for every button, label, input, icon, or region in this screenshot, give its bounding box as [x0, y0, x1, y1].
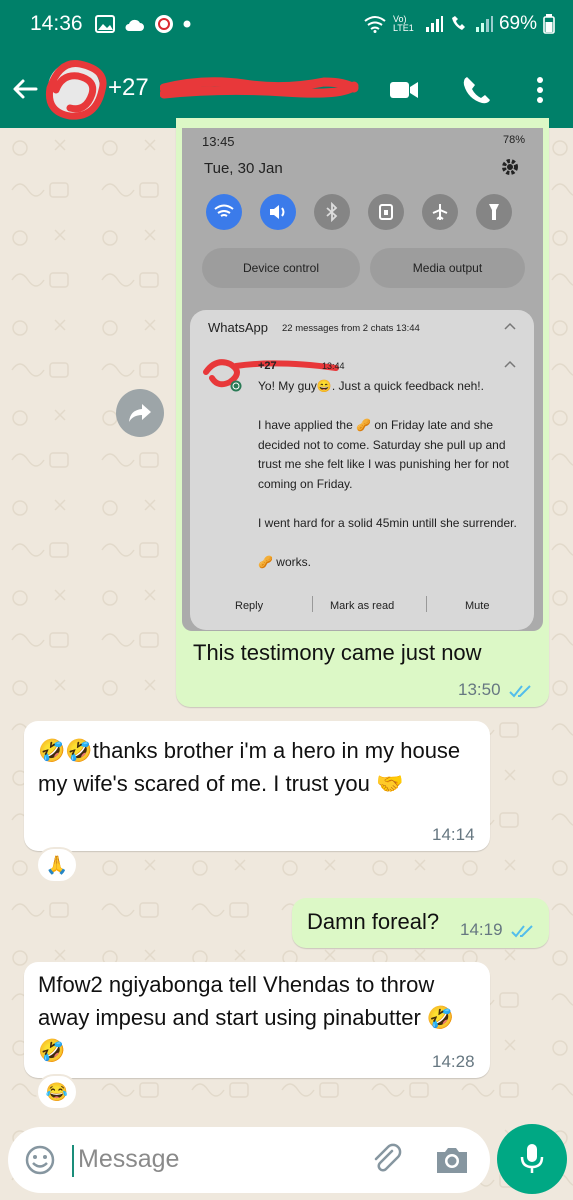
collapse-chevron-icon: [504, 322, 516, 330]
bluetooth-toggle-icon: [314, 194, 350, 230]
notification-action-mark-read: Mark as read: [330, 600, 395, 612]
message-time: 14:19: [460, 920, 503, 939]
notification-card: WhatsApp 22 messages from 2 chats 13:44 …: [190, 310, 534, 630]
collapse-chevron-icon: [504, 360, 516, 368]
status-time: 14:36: [30, 12, 83, 35]
contact-name[interactable]: +27: [108, 74, 149, 102]
whatsapp-icon: [230, 380, 242, 392]
mic-icon: [520, 1144, 544, 1173]
camera-icon[interactable]: [434, 1143, 470, 1177]
reaction-badge[interactable]: 😂: [36, 1074, 78, 1110]
screenshot-time: 13:45: [202, 134, 235, 149]
attach-icon[interactable]: [370, 1143, 404, 1177]
message-time: 14:28: [432, 1052, 475, 1071]
notification-time: 13:44: [322, 361, 345, 371]
forward-icon[interactable]: [116, 389, 164, 437]
divider: [426, 596, 427, 612]
redaction-scribble: [45, 60, 107, 120]
flashlight-toggle-icon: [476, 194, 512, 230]
message-text: Damn foreal?: [307, 909, 440, 934]
back-arrow-icon[interactable]: [10, 74, 40, 104]
menu-dots-icon[interactable]: [524, 74, 556, 106]
message-text: 🤣🤣thanks brother i'm a hero in my house …: [38, 738, 461, 796]
sound-toggle-icon: [260, 194, 296, 230]
device-control-button: Device control: [202, 248, 360, 288]
notification-sender: +27: [258, 360, 277, 372]
divider: [312, 596, 313, 612]
timer-app-icon: [154, 15, 173, 33]
read-ticks-icon: [511, 924, 533, 938]
emoji-icon[interactable]: [24, 1144, 56, 1176]
message-meta: 13:50: [458, 680, 533, 700]
message-input[interactable]: Message: [78, 1145, 179, 1174]
notification-body: Yo! My guy😄. Just a quick feedback neh!.…: [258, 379, 517, 569]
notification-dot-icon: [183, 20, 191, 28]
wifi-icon: [364, 16, 386, 33]
text-caret: [72, 1145, 74, 1177]
notification-actions: Reply Mark as read Mute: [190, 594, 534, 622]
reaction-badge[interactable]: 🙏: [36, 847, 78, 883]
message-caption: This testimony came just now: [193, 640, 482, 665]
message-image[interactable]: 13:45 78% Tue, 30 Jan Device control Med…: [182, 128, 543, 631]
wifi-toggle-icon: [206, 194, 242, 230]
read-ticks-icon: [509, 684, 531, 698]
screenshot-date: Tue, 30 Jan: [204, 160, 283, 177]
signal-icon: [425, 16, 443, 32]
message-time: 14:14: [432, 825, 475, 844]
network-label: Vo) LTE1: [392, 14, 414, 33]
airplane-toggle-icon: [422, 194, 458, 230]
redaction-scribble: [160, 77, 359, 99]
status-bar: 14:36 Vo) LTE1 69%: [0, 0, 573, 48]
signal-icon-2: [475, 16, 493, 32]
gear-icon: [502, 159, 518, 175]
media-output-button: Media output: [370, 248, 525, 288]
video-call-icon[interactable]: [388, 74, 420, 106]
notification-action-reply: Reply: [235, 600, 264, 612]
notification-app: WhatsApp: [208, 320, 268, 335]
rotation-lock-toggle-icon: [368, 194, 404, 230]
message-composer: Message: [8, 1127, 490, 1193]
battery-icon: [543, 14, 555, 34]
phone-icon[interactable]: [460, 74, 492, 106]
gallery-icon: [94, 15, 115, 33]
cloud-icon: [125, 19, 144, 31]
battery-percent: 69%: [498, 13, 537, 34]
notification-meta: 22 messages from 2 chats 13:44: [282, 323, 420, 334]
message-meta: 14:19: [460, 920, 535, 940]
screenshot-battery: 78%: [502, 134, 525, 146]
message-text: Mfow2 ngiyabonga tell Vhendas to throw a…: [38, 972, 455, 1063]
chat-header: +27: [0, 48, 573, 128]
notification-action-mute: Mute: [465, 600, 490, 612]
message-time: 13:50: [458, 680, 501, 699]
wifi-calling-icon: [451, 16, 465, 30]
mic-button[interactable]: [497, 1124, 567, 1194]
